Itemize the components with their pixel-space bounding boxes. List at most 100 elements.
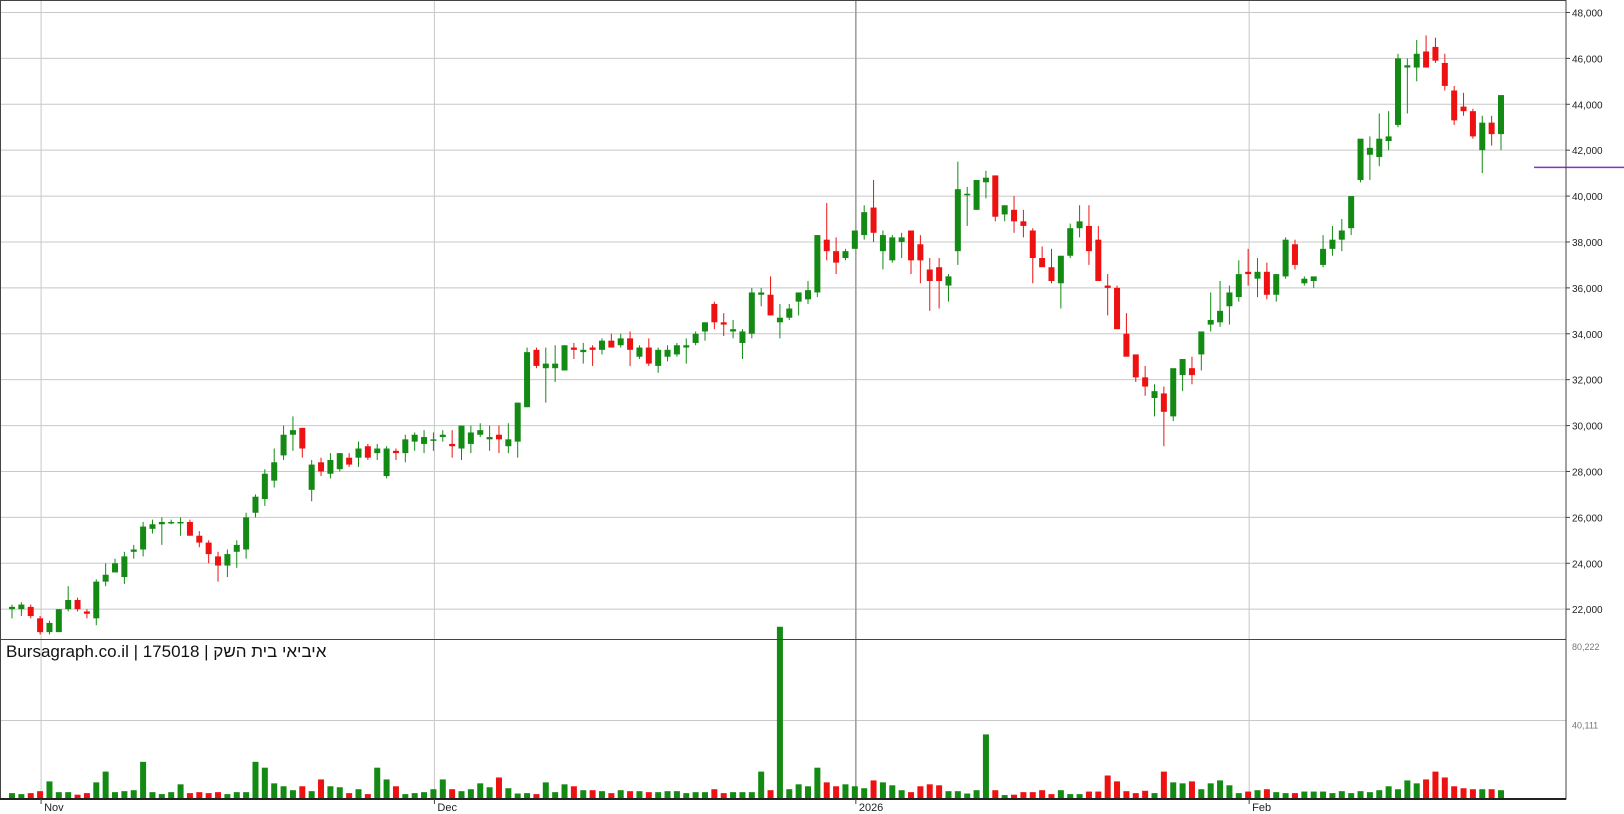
volume-bar — [1479, 789, 1486, 799]
volume-bar — [261, 767, 268, 799]
candle-body — [627, 338, 634, 350]
volume-bar — [1104, 775, 1111, 799]
candle-body — [55, 609, 62, 633]
candle-body — [289, 430, 296, 435]
candle-body — [598, 340, 605, 350]
candle-body — [739, 331, 746, 343]
candle-body — [1441, 62, 1448, 86]
y-tick-label: 44,000 — [1572, 100, 1603, 111]
candle-body — [261, 473, 268, 500]
volume-bar — [580, 790, 587, 799]
volume-bar — [1263, 789, 1270, 799]
volume-bar — [936, 785, 943, 799]
candle-body — [823, 239, 830, 252]
candle-body — [1366, 147, 1373, 155]
volume-bar — [1498, 790, 1504, 799]
volume-bar — [1217, 780, 1224, 799]
volume-bar — [851, 786, 858, 799]
volume-bar — [1114, 781, 1121, 799]
candle-body — [692, 333, 699, 343]
volume-bar — [814, 767, 821, 799]
candle-body — [374, 448, 381, 454]
volume-bar — [1413, 783, 1420, 799]
volume-bar — [1020, 792, 1027, 799]
candle-body — [1385, 136, 1392, 141]
candle-body — [664, 349, 671, 357]
volume-bar — [37, 791, 44, 799]
candle-body — [149, 524, 156, 529]
volume-bar — [102, 771, 109, 799]
y-tick-label: 42,000 — [1572, 146, 1603, 157]
volume-bar — [730, 792, 737, 799]
watermark: Bursagraph.co.il | 175018 | איביאי בית ה… — [6, 642, 327, 661]
volume-bar — [542, 782, 549, 799]
volume-bar — [701, 792, 708, 799]
candle-body — [936, 267, 943, 281]
volume-bar — [908, 792, 915, 799]
volume-bar — [992, 790, 999, 799]
candle-body — [926, 269, 933, 281]
candle-body — [1160, 393, 1167, 412]
candle-body — [1151, 391, 1158, 399]
candle-body — [1348, 196, 1355, 229]
candle-body — [636, 347, 643, 357]
candle-body — [514, 402, 521, 442]
candle-body — [805, 290, 812, 300]
volume-bar — [421, 792, 428, 799]
candle-body — [224, 554, 231, 566]
candle-body — [945, 276, 952, 286]
candle-body — [917, 244, 924, 261]
volume-bar — [196, 792, 203, 799]
candle-body — [711, 303, 718, 323]
candle-body — [477, 430, 484, 435]
volume-bar — [552, 792, 559, 799]
volume-bar — [1188, 781, 1195, 799]
x-tick-label: Dec — [437, 802, 457, 814]
candle-body — [196, 535, 203, 543]
candle-body — [215, 556, 222, 566]
candle-body — [158, 521, 165, 525]
volume-bar — [299, 786, 306, 799]
candle-body — [1376, 138, 1383, 158]
price-chart: 22,000 24,000 26,000 28,000 30,000 32,000 34,0… — [0, 0, 1624, 814]
volume-bar — [430, 789, 437, 799]
volume-bar — [392, 786, 399, 799]
candle-body — [608, 340, 615, 348]
chart-border — [0, 0, 1567, 800]
volume-bar — [177, 784, 184, 799]
volume-bar — [112, 792, 119, 799]
x-axis-ticks: NovDec2026FebMarAprMay — [40, 799, 1271, 814]
volume-bar — [1366, 792, 1373, 799]
candles — [9, 35, 1504, 635]
volume-bar — [870, 780, 877, 799]
candle-body — [730, 329, 737, 332]
volume-bar — [1301, 791, 1308, 799]
y-tick-label: 34,000 — [1572, 330, 1603, 341]
candle-body — [767, 294, 774, 316]
volume-bar — [374, 767, 381, 799]
volume-bar — [954, 791, 961, 799]
candle-body — [1057, 255, 1064, 284]
candle-body — [1207, 320, 1214, 325]
volume-bar — [833, 786, 840, 799]
candle-body — [318, 462, 325, 472]
volume-bar — [889, 785, 896, 799]
volume-bar — [252, 761, 259, 799]
volume-bar — [570, 786, 577, 799]
volume-bar — [776, 626, 783, 799]
volume-bar — [327, 786, 334, 799]
candle-body — [589, 347, 596, 350]
candle-body — [1048, 267, 1055, 281]
candle-body — [177, 521, 184, 524]
volume-bar — [280, 786, 287, 799]
volume-bar — [786, 789, 793, 799]
volume-bar — [233, 792, 240, 799]
candle-body — [1085, 225, 1092, 252]
candle-body — [1198, 331, 1205, 355]
volume-bar — [1160, 771, 1167, 799]
volume-bar — [140, 761, 147, 799]
volume-bar — [477, 783, 484, 799]
volume-bar — [1394, 789, 1401, 799]
volume-bar — [243, 792, 250, 799]
candle-body — [1498, 95, 1504, 135]
